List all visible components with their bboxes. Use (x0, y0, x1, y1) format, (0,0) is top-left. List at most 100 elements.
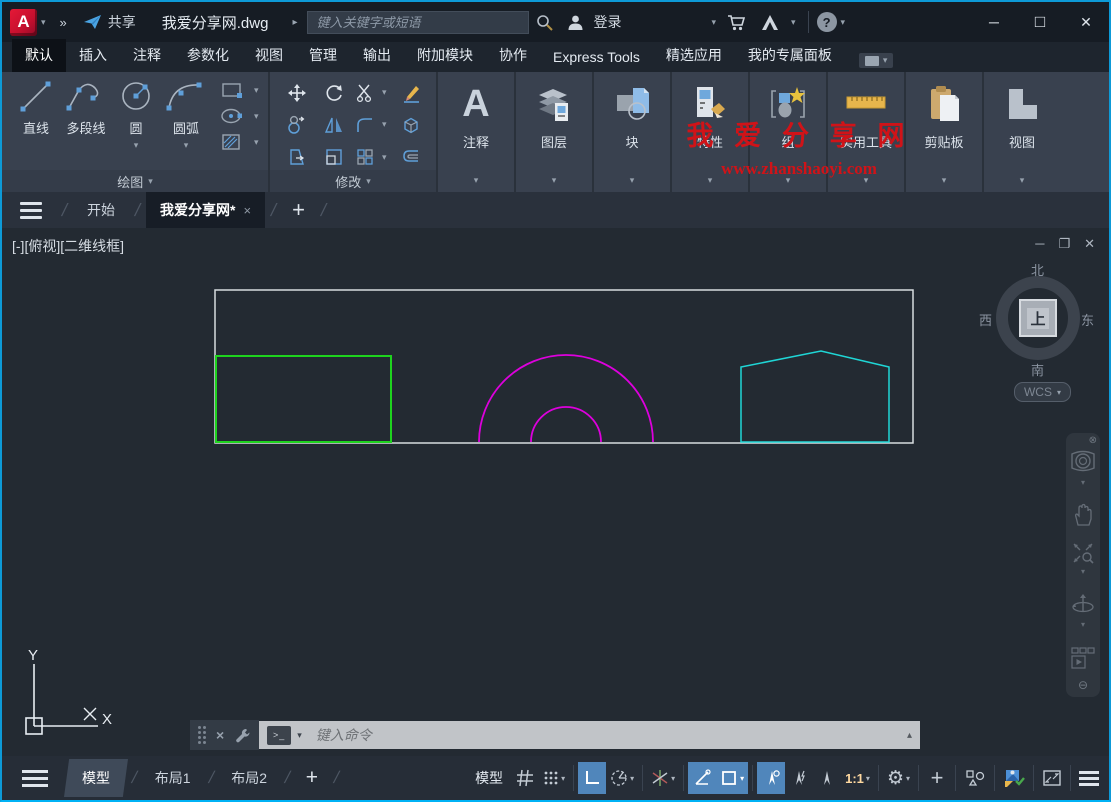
workspace-caret-icon[interactable]: ▾ (906, 774, 910, 783)
isoplane-caret-icon[interactable]: ▾ (671, 774, 675, 783)
circle-flyout-caret-icon[interactable]: ▾ (134, 140, 139, 151)
new-tab-button[interactable]: + (292, 197, 305, 223)
navigation-bar[interactable]: ⊗ ▾ ▾ (1066, 433, 1100, 697)
ribbon-tab-Express Tools[interactable]: Express Tools (540, 43, 653, 72)
app-menu-caret-icon[interactable]: ▾ (41, 17, 46, 28)
login-caret-icon[interactable]: ▾ (711, 17, 716, 28)
tab-active-document[interactable]: 我爱分享网* × (146, 192, 265, 228)
grid-display-toggle[interactable] (511, 762, 539, 794)
ribbon-tab-精选应用[interactable]: 精选应用 (653, 39, 735, 72)
erase-tool[interactable] (395, 80, 428, 105)
user-icon[interactable] (567, 14, 584, 31)
auto-annotation-scale-toggle[interactable] (785, 762, 813, 794)
command-dock-handle[interactable]: × (190, 720, 259, 750)
autodesk-caret-icon[interactable]: ▾ (791, 17, 796, 28)
ribbon-tab-附加模块[interactable]: 附加模块 (404, 39, 486, 72)
large-magenta-arc[interactable] (479, 355, 653, 442)
command-input[interactable]: >_ ▾ 键入命令 ▴ (259, 721, 920, 749)
trim-tool[interactable]: ▾ (355, 80, 391, 105)
arc-flyout-caret-icon[interactable]: ▾ (184, 140, 189, 151)
viewport-restore-icon[interactable]: ❐ (1058, 236, 1070, 252)
annotate-panel[interactable]: A 注释 ▾ (438, 72, 514, 192)
utilities-panel-caret-icon[interactable]: ▾ (864, 175, 869, 186)
block-panel-caret-icon[interactable]: ▾ (630, 175, 635, 186)
workspace-switching-button[interactable]: ⚙ ▾ (883, 762, 914, 794)
wcs-button[interactable]: WCS ▾ (1014, 382, 1071, 402)
viewcube-east[interactable]: 东 (1081, 310, 1094, 329)
arc-tool[interactable]: 圆弧 ▾ (162, 78, 210, 170)
copy-tool[interactable] (280, 112, 313, 137)
polar-tracking-toggle[interactable]: ▾ (606, 762, 638, 794)
object-snap-tracking-toggle[interactable] (688, 762, 716, 794)
command-close-icon[interactable]: × (216, 727, 224, 743)
viewcube-south[interactable]: 南 (1031, 360, 1044, 379)
scale-tool[interactable] (317, 145, 350, 170)
ortho-mode-toggle[interactable] (578, 762, 606, 794)
ribbon-tab-视图[interactable]: 视图 (242, 39, 296, 72)
properties-panel-caret-icon[interactable]: ▾ (708, 175, 713, 186)
app-menu-button[interactable]: A (10, 9, 37, 36)
layers-panel-caret-icon[interactable]: ▾ (552, 175, 557, 186)
move-tool[interactable] (280, 80, 313, 105)
minimize-button[interactable]: ─ (971, 5, 1017, 39)
pan-tool[interactable] (1071, 503, 1095, 527)
polar-caret-icon[interactable]: ▾ (630, 774, 634, 783)
isometric-drafting-toggle[interactable]: ▾ (647, 762, 679, 794)
command-settings-wrench-icon[interactable] (234, 727, 251, 744)
draw-panel-title[interactable]: 绘图 ▾ (2, 170, 268, 192)
hatch-tool[interactable]: ▾ (220, 132, 263, 152)
block-panel[interactable]: 块 ▾ (594, 72, 670, 192)
ribbon-tab-注释[interactable]: 注释 (120, 39, 174, 72)
viewport-minimize-icon[interactable]: ─ (1035, 236, 1044, 252)
viewport-controls-label[interactable]: [-][俯视][二维线框] (12, 236, 124, 256)
hatch-flyout-caret-icon[interactable]: ▾ (254, 137, 259, 148)
annotation-visibility-toggle[interactable] (757, 762, 785, 794)
stretch-tool[interactable] (280, 145, 313, 170)
properties-panel[interactable]: 特性 ▾ (672, 72, 748, 192)
ribbon-tab-默认[interactable]: 默认 (12, 39, 66, 72)
annotation-scale-value[interactable]: 1:1 ▾ (841, 762, 874, 794)
annotation-monitor-button[interactable]: + (923, 762, 951, 794)
ellipse-tool[interactable]: ▾ (220, 106, 263, 126)
file-tabs-menu-icon[interactable] (20, 202, 42, 219)
steering-wheel-tool[interactable]: ▾ (1070, 450, 1096, 489)
command-caret-icon[interactable]: ▾ (297, 730, 302, 741)
rotate-tool[interactable] (317, 80, 350, 105)
app-store-cart-icon[interactable] (727, 14, 746, 31)
layout-tab-布局1[interactable]: 布局1 (141, 759, 205, 797)
snap-caret-icon[interactable]: ▾ (561, 774, 565, 783)
quick-access-expand-icon[interactable]: » (60, 15, 65, 30)
new-layout-button[interactable]: + (306, 766, 318, 790)
command-prompt-icon[interactable]: >_ (267, 726, 291, 745)
login-button[interactable]: 登录 (593, 12, 621, 32)
model-canvas[interactable]: [-][俯视][二维线框] ─ ❐ ✕ 北 南 西 东 上 WCS ▾ ⊗ (2, 228, 1109, 756)
maximize-button[interactable]: □ (1017, 5, 1063, 39)
layout-menu-icon[interactable] (22, 770, 48, 787)
fillet-tool[interactable]: ▾ (355, 112, 391, 137)
zoom-extents-tool[interactable]: ▾ (1071, 541, 1095, 578)
autodesk-logo-icon[interactable] (760, 14, 780, 31)
groups-panel[interactable]: 组 ▾ (750, 72, 826, 192)
cyan-house-polygon[interactable] (741, 351, 889, 442)
navbar-close-icon[interactable]: ⊗ (1089, 435, 1097, 446)
command-history-icon[interactable]: ▴ (907, 730, 912, 741)
clipboard-panel[interactable]: 剪贴板 ▾ (906, 72, 982, 192)
object-snap-toggle[interactable]: ▾ (716, 762, 748, 794)
share-button[interactable]: 共享 (83, 12, 136, 32)
viewport-close-icon[interactable]: ✕ (1084, 236, 1095, 252)
circle-tool[interactable]: 圆 ▾ (112, 78, 160, 170)
view-panel[interactable]: 视图 ▾ (984, 72, 1060, 192)
customization-button[interactable] (1075, 762, 1103, 794)
annotation-scale-icon-button[interactable] (813, 762, 841, 794)
annotate-panel-caret-icon[interactable]: ▾ (474, 175, 479, 186)
ribbon-tab-协作[interactable]: 协作 (486, 39, 540, 72)
model-space-button[interactable]: 模型 (467, 768, 511, 788)
ucs-icon[interactable]: Y X (10, 646, 120, 742)
ellipse-flyout-caret-icon[interactable]: ▾ (254, 111, 259, 122)
help-caret-icon[interactable]: ▾ (841, 17, 846, 28)
graphics-performance-button[interactable] (999, 762, 1029, 794)
utilities-panel[interactable]: 实用工具 ▾ (828, 72, 904, 192)
small-magenta-arc[interactable] (531, 407, 601, 442)
viewcube-west[interactable]: 西 (979, 310, 992, 329)
viewcube[interactable]: 北 南 西 东 上 (983, 260, 1093, 376)
